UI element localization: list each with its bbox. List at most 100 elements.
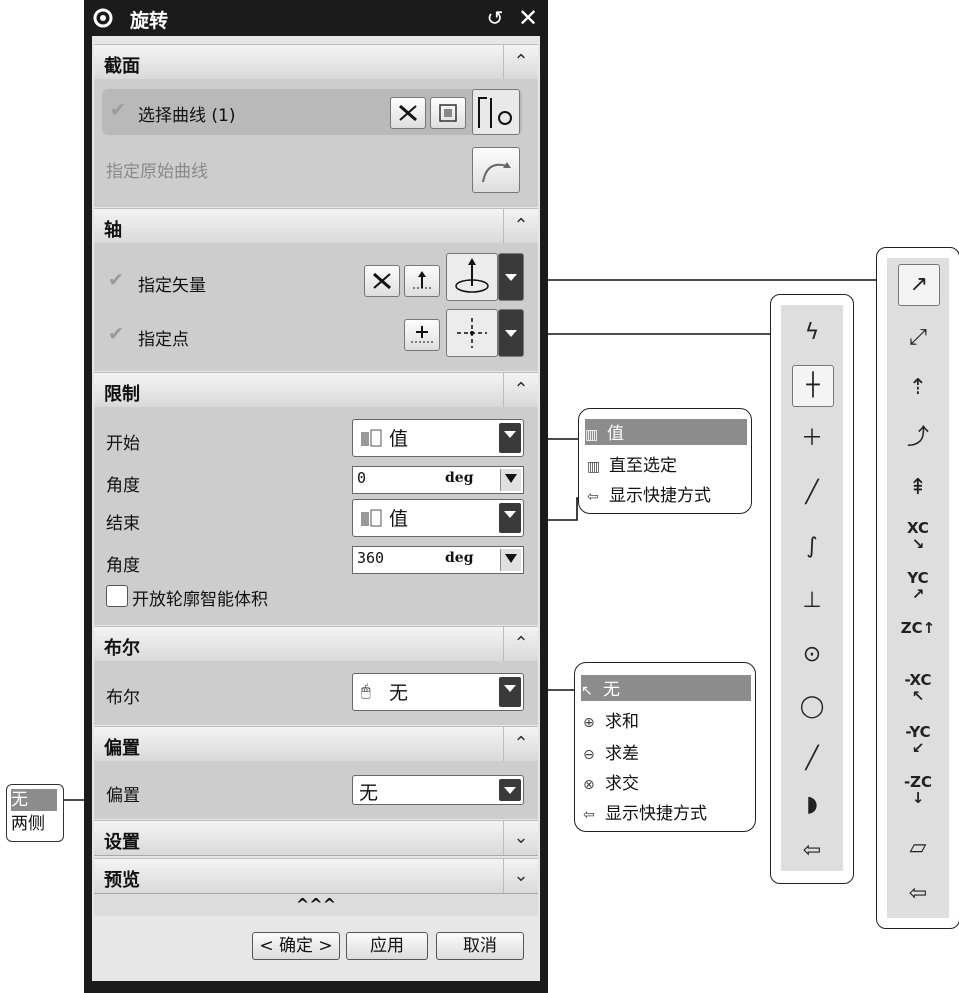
cursor-location-icon[interactable]: ┼ bbox=[792, 365, 834, 407]
yc-axis-button[interactable]: YC ↗ bbox=[898, 570, 938, 610]
chevron-down-icon[interactable] bbox=[499, 779, 521, 801]
chevron-up-icon[interactable]: ⌃ bbox=[503, 45, 538, 79]
end-limit-select[interactable]: 值 bbox=[352, 499, 524, 537]
curve-select-button[interactable] bbox=[472, 89, 520, 135]
close-icon[interactable]: ✕ bbox=[514, 4, 542, 32]
apply-button[interactable]: 应用 bbox=[346, 932, 428, 960]
section-title: 预览 bbox=[104, 870, 140, 891]
boolean-option-show-shortcuts[interactable]: ⇦ 显示快捷方式 bbox=[583, 799, 707, 825]
inferred-point-icon[interactable]: ϟ bbox=[792, 313, 832, 353]
view-direction-icon[interactable]: ▱ bbox=[898, 828, 938, 868]
boolean-value: 无 bbox=[389, 682, 409, 704]
chevron-down-icon[interactable] bbox=[499, 503, 521, 533]
end-point-icon[interactable]: ╱ bbox=[792, 473, 832, 513]
neg-zc-axis-button[interactable]: -ZC ↓ bbox=[898, 774, 938, 814]
section-header-boolean[interactable]: 布尔 ⌃ bbox=[94, 626, 538, 662]
quadrant-point-icon[interactable]: ◯ bbox=[792, 687, 832, 727]
xc-axis-button[interactable]: XC ↘ bbox=[898, 520, 938, 560]
boolean-option-none[interactable]: ↖ 无 bbox=[581, 675, 751, 701]
section-header-settings[interactable]: 设置 ⌄ bbox=[94, 820, 538, 856]
point-dropdown-button[interactable] bbox=[498, 309, 524, 357]
chevron-up-icon[interactable]: ⌃ bbox=[503, 209, 538, 243]
boolean-option-unite[interactable]: ⊕ 求和 bbox=[583, 707, 639, 733]
axis-label: YC bbox=[907, 569, 929, 587]
chevron-down-icon[interactable] bbox=[499, 423, 521, 453]
reset-icon[interactable]: ↺ bbox=[482, 6, 508, 30]
start-angle-input[interactable]: 0 deg bbox=[352, 466, 524, 494]
check-icon: ✔ bbox=[108, 323, 124, 345]
original-curve-button[interactable] bbox=[472, 147, 520, 193]
end-angle-input[interactable]: 360 deg bbox=[352, 546, 524, 574]
boolean-option-subtract[interactable]: ⊖ 求差 bbox=[583, 739, 639, 765]
section-header-limits[interactable]: 限制 ⌃ bbox=[94, 372, 538, 408]
intersection-point-icon[interactable]: ⊥ bbox=[792, 581, 832, 621]
boolean-options-popup: ↖ 无 ⊕ 求和 ⊖ 求差 ⊗ 求交 ⇦ 显示快捷方式 bbox=[574, 662, 756, 832]
curve-tangent-icon[interactable]: ⤴ bbox=[898, 418, 938, 458]
section-header-axis[interactable]: 轴 ⌃ bbox=[94, 208, 538, 244]
vector-dropdown-button[interactable] bbox=[498, 253, 524, 301]
boolean-option-intersect[interactable]: ⊗ 求交 bbox=[583, 769, 639, 795]
axis-label: -ZC bbox=[903, 773, 933, 791]
curve-rule-button[interactable] bbox=[390, 97, 426, 129]
section-body-axis: ✔ 指定矢量 ✔ 指定点 bbox=[94, 243, 538, 371]
vector-type-button[interactable] bbox=[446, 253, 498, 301]
unit-menu-icon[interactable] bbox=[500, 549, 521, 571]
point-type-button[interactable] bbox=[446, 309, 498, 357]
section-header-preview[interactable]: 预览 ⌄ bbox=[94, 858, 538, 894]
arrow-left-icon[interactable]: ⇦ bbox=[898, 874, 938, 914]
existing-point-icon[interactable]: ＋ bbox=[792, 419, 832, 459]
inferred-vector-icon[interactable]: ↗ bbox=[898, 264, 940, 306]
value-limit-icon: ▥ bbox=[585, 427, 599, 443]
limit-option-until-selected[interactable]: ▥ 直至选定 bbox=[587, 451, 677, 477]
neg-xc-axis-button[interactable]: -XC ↖ bbox=[898, 672, 938, 712]
offset-option-none[interactable]: 无 bbox=[11, 789, 57, 811]
axis-label: -XC bbox=[904, 671, 932, 689]
ok-button[interactable]: < 确定 > bbox=[252, 932, 340, 960]
intersect-icon: ⊗ bbox=[583, 777, 595, 793]
limit-option-value[interactable]: ▥ 值 bbox=[585, 419, 747, 445]
vector-dialog-button[interactable] bbox=[404, 265, 440, 297]
open-profile-checkbox[interactable] bbox=[106, 585, 128, 607]
chevron-down-icon[interactable]: ⌄ bbox=[503, 821, 538, 855]
two-points-icon[interactable]: ⤢ bbox=[898, 318, 938, 358]
unit-menu-icon[interactable] bbox=[500, 469, 521, 491]
start-angle-value: 0 bbox=[357, 469, 367, 487]
cursor-icon: ↖ bbox=[581, 683, 593, 699]
point-dialog-button[interactable] bbox=[404, 319, 440, 351]
section-body-boolean: 布尔 🖱 无 bbox=[94, 661, 538, 725]
select-curve-label: 选择曲线 (1) bbox=[138, 106, 236, 126]
arc-center-icon[interactable]: ⊙ bbox=[792, 635, 832, 675]
point-on-curve-icon[interactable]: ╱ bbox=[792, 739, 832, 779]
section-header-section[interactable]: 截面 ⌃ bbox=[94, 44, 538, 80]
limit-option-label: 显示快捷方式 bbox=[609, 486, 711, 506]
point-on-face-icon[interactable]: ◗ bbox=[792, 785, 832, 825]
check-icon: ✔ bbox=[110, 99, 126, 121]
chevron-up-icon[interactable]: ⌃ bbox=[503, 727, 538, 761]
vector-palette-body: ↗ ⤢ ⇡ ⤴ ⇞ XC ↘ YC ↗ ZC↑ -XC ↖ -YC ↙ -ZC ↓ ▱ ⇦ bbox=[887, 258, 949, 918]
start-limit-select[interactable]: 值 bbox=[352, 419, 524, 457]
offset-option-both-sides[interactable]: 两侧 bbox=[11, 813, 59, 835]
section-body-section: ✔ 选择曲线 (1) 指定原始曲线 bbox=[94, 79, 538, 207]
zc-axis-button[interactable]: ZC↑ bbox=[898, 620, 938, 660]
chevron-down-icon[interactable] bbox=[499, 677, 521, 707]
face-normal-icon[interactable]: ⇞ bbox=[898, 468, 938, 508]
chevron-down-icon[interactable]: ⌄ bbox=[503, 859, 538, 893]
boolean-select[interactable]: 🖱 无 bbox=[352, 673, 524, 711]
limit-option-show-shortcuts[interactable]: ⇦ 显示快捷方式 bbox=[587, 481, 711, 507]
control-point-icon[interactable]: ∫ bbox=[792, 527, 832, 567]
arrow-left-icon[interactable]: ⇦ bbox=[792, 831, 832, 871]
offset-select[interactable]: 无 bbox=[352, 775, 524, 805]
angle-to-xc-icon[interactable]: ⇡ bbox=[898, 368, 938, 408]
chevron-up-icon[interactable]: ⌃ bbox=[503, 627, 538, 661]
more-options-toggle[interactable]: ^^^ bbox=[94, 894, 538, 916]
end-angle-value: 360 bbox=[357, 549, 385, 567]
neg-yc-axis-button[interactable]: -YC ↙ bbox=[898, 724, 938, 764]
chevron-up-icon[interactable]: ⌃ bbox=[503, 373, 538, 407]
end-angle-label: 角度 bbox=[106, 556, 140, 576]
cancel-button[interactable]: 取消 bbox=[436, 932, 524, 960]
reverse-direction-button[interactable] bbox=[364, 265, 400, 297]
section-header-offset[interactable]: 偏置 ⌃ bbox=[94, 726, 538, 762]
title-bar: 旋转 ↺ ✕ bbox=[84, 0, 548, 36]
sketch-section-button[interactable] bbox=[430, 97, 466, 129]
specify-vector-label: 指定矢量 bbox=[138, 276, 206, 296]
